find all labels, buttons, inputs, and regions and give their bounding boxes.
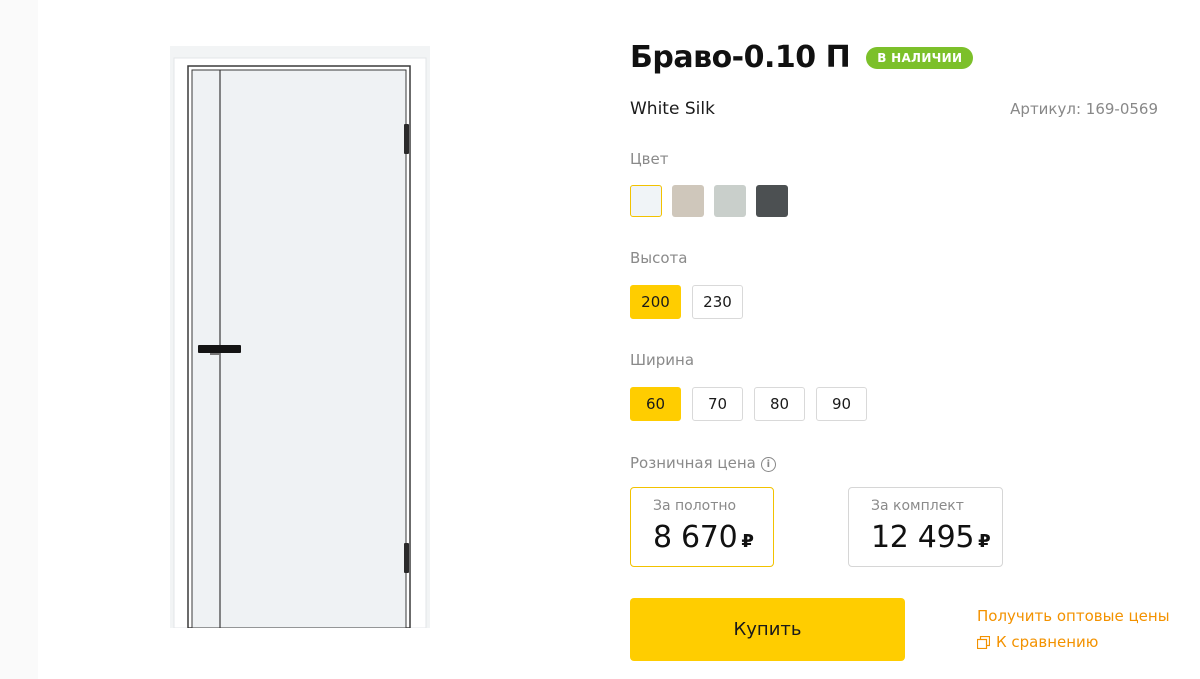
height-option-230[interactable]: 230 (692, 285, 743, 319)
color-swatch-light-grey[interactable] (714, 185, 746, 217)
door-illustration (170, 46, 430, 628)
height-options: 200 230 (630, 285, 743, 319)
price-per-set[interactable]: За комплект 12 495 ₽ (848, 487, 1003, 567)
info-icon[interactable]: i (760, 457, 776, 472)
product-info: Браво-0.10 П В НАЛИЧИИ White Silk Артику… (630, 0, 1170, 679)
title-row: Браво-0.10 П В НАЛИЧИИ (630, 40, 974, 75)
page-left-edge (0, 0, 38, 679)
compare-link-label: К сравнению (996, 633, 1099, 651)
color-swatches (630, 185, 788, 217)
color-swatch-anthracite[interactable] (756, 185, 788, 217)
wholesale-prices-link[interactable]: Получить оптовые цены (977, 607, 1170, 625)
height-option-200[interactable]: 200 (630, 285, 681, 319)
price-per-set-value: 12 495 (871, 520, 975, 555)
height-label: Высота (630, 249, 688, 267)
width-option-70[interactable]: 70 (692, 387, 743, 421)
product-image (170, 46, 430, 628)
price-per-leaf-caption: За полотно (653, 498, 737, 514)
ruble-icon: ₽ (978, 531, 991, 552)
price-per-leaf-value-row: 8 670 ₽ (653, 520, 773, 555)
color-swatch-beige[interactable] (672, 185, 704, 217)
color-label: Цвет (630, 150, 669, 168)
price-per-leaf-value: 8 670 (653, 520, 738, 555)
width-option-60[interactable]: 60 (630, 387, 681, 421)
stock-badge: В НАЛИЧИИ (866, 46, 974, 69)
retail-price-label: Розничная цена i (630, 454, 776, 472)
width-label: Ширина (630, 351, 695, 369)
price-per-leaf[interactable]: За полотно 8 670 ₽ (630, 487, 774, 567)
product-sku: Артикул: 169-0569 (1010, 100, 1158, 118)
price-per-set-caption: За комплект (871, 498, 964, 514)
product-finish: White Silk (630, 99, 715, 119)
product-title: Браво-0.10 П (630, 40, 851, 75)
price-per-set-value-row: 12 495 ₽ (871, 520, 1002, 555)
ruble-icon: ₽ (741, 531, 754, 552)
compare-link[interactable]: К сравнению (977, 633, 1098, 651)
width-option-80[interactable]: 80 (754, 387, 805, 421)
width-options: 60 70 80 90 (630, 387, 867, 421)
color-swatch-white[interactable] (630, 185, 662, 217)
buy-button[interactable]: Купить (630, 598, 905, 661)
retail-price-text: Розничная цена (630, 454, 756, 472)
width-option-90[interactable]: 90 (816, 387, 867, 421)
compare-icon (977, 635, 990, 649)
